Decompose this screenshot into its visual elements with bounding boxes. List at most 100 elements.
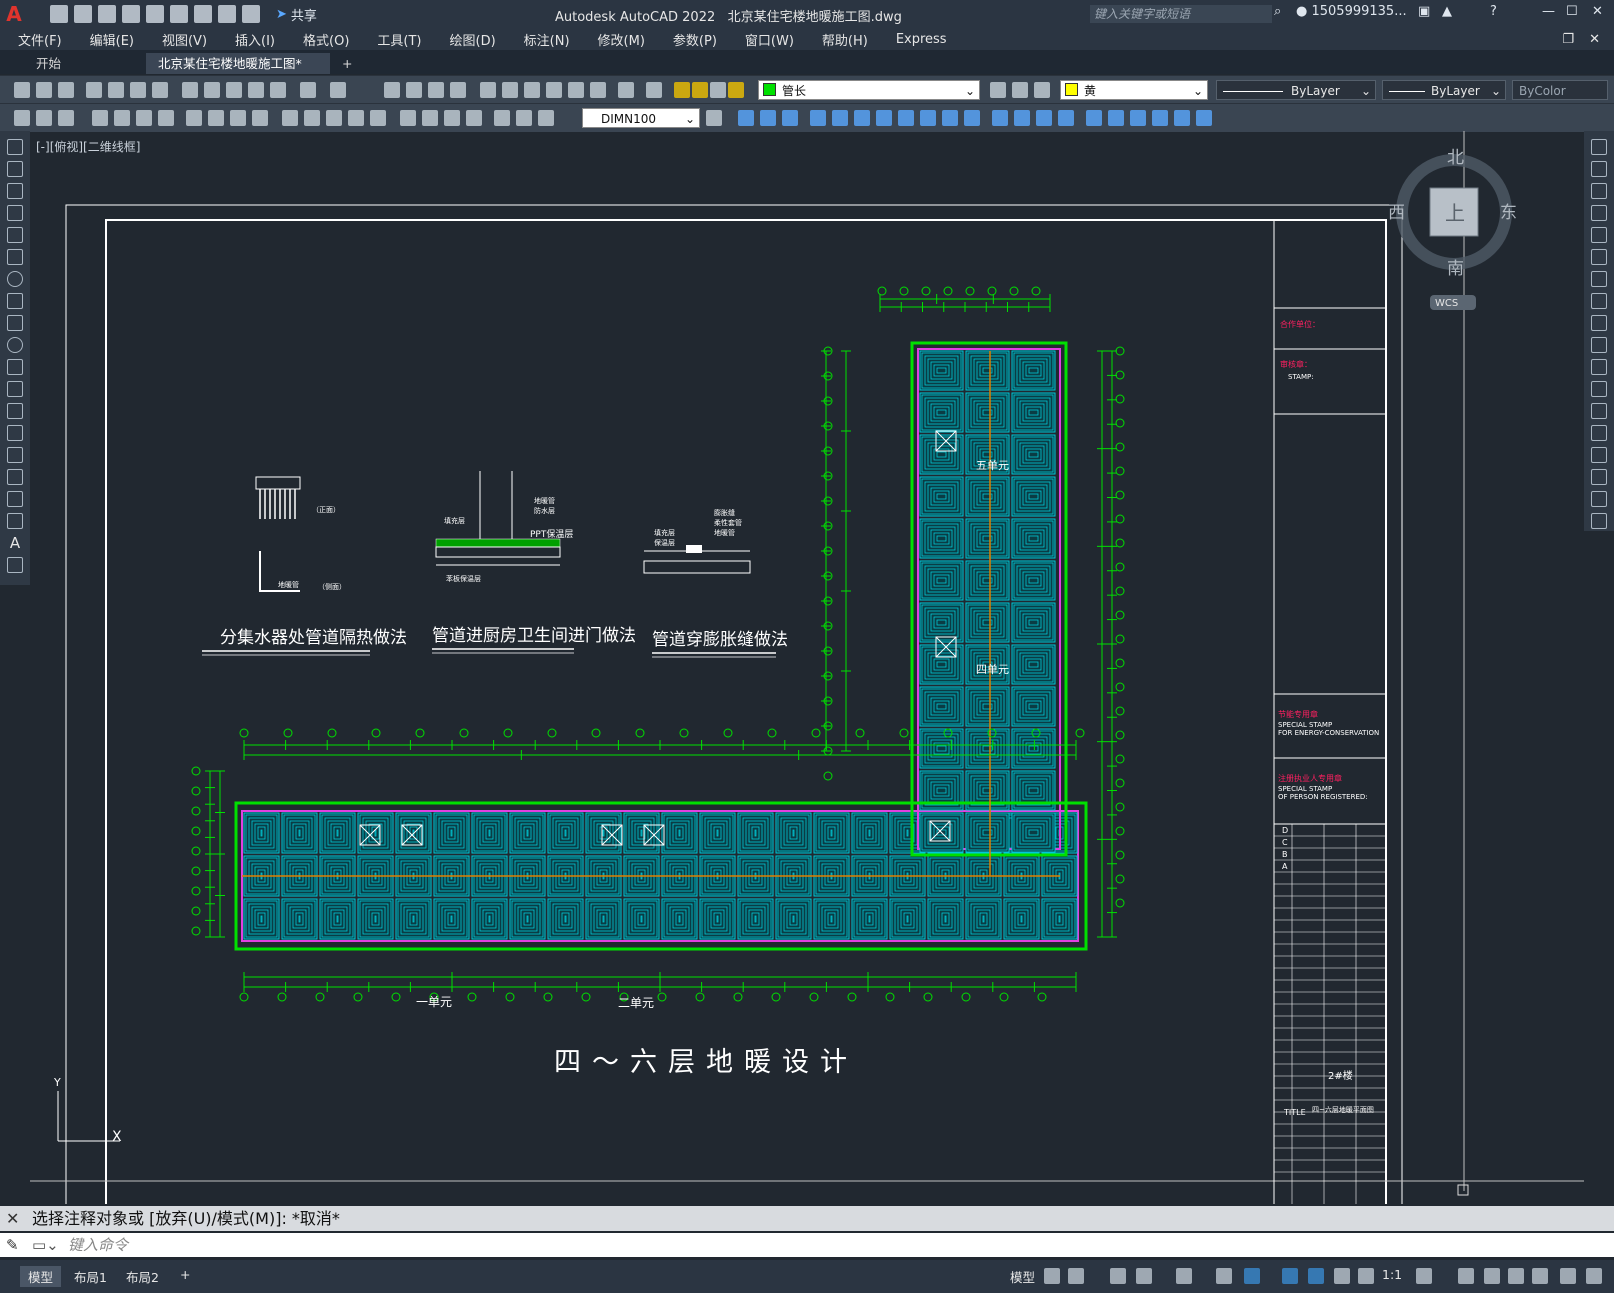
layer-viewport-icon[interactable] (710, 82, 726, 98)
copy-icon[interactable] (1591, 161, 1607, 177)
scale-icon[interactable] (898, 110, 914, 126)
plot-icon[interactable] (194, 5, 212, 23)
dim-continue-icon[interactable] (326, 110, 342, 126)
dim-space-icon[interactable] (348, 110, 364, 126)
edit-spline-icon[interactable] (1152, 110, 1168, 126)
save-icon[interactable] (98, 5, 116, 23)
offset-icon[interactable] (810, 110, 826, 126)
scale-dropdown[interactable]: 1:1 (1374, 1266, 1410, 1283)
gradient-icon[interactable] (7, 469, 23, 485)
blend-curves-icon[interactable] (1591, 491, 1607, 507)
line-icon[interactable] (7, 139, 23, 155)
save-icon[interactable] (58, 82, 74, 98)
redo-icon[interactable] (330, 82, 346, 98)
fillet-icon[interactable] (1591, 469, 1607, 485)
edit-polyline-icon[interactable] (1130, 110, 1146, 126)
chamfer-icon[interactable] (1036, 110, 1052, 126)
quick-properties-icon[interactable] (1508, 1268, 1524, 1284)
edit-hatch-icon[interactable] (1174, 110, 1190, 126)
edit-array-icon[interactable] (1196, 110, 1212, 126)
arc-icon[interactable] (7, 249, 23, 265)
ortho-icon[interactable] (1110, 1268, 1126, 1284)
add-layout-button[interactable]: + (172, 1266, 198, 1283)
doc-close-icon[interactable]: ✕ (1589, 32, 1600, 47)
snap-icon[interactable] (1068, 1268, 1084, 1284)
minimize-icon[interactable]: — (1542, 4, 1555, 19)
dim-break-icon[interactable] (370, 110, 386, 126)
stretch-icon[interactable] (1591, 315, 1607, 331)
break-icon[interactable] (992, 110, 1008, 126)
dim-aligned-icon[interactable] (114, 110, 130, 126)
rectangle-icon[interactable] (7, 227, 23, 243)
table-icon[interactable] (7, 513, 23, 529)
tab-layout1[interactable]: 布局1 (66, 1266, 115, 1287)
stretch-icon[interactable] (920, 110, 936, 126)
compass-west[interactable]: 西 (1388, 203, 1405, 223)
ellipse-arc-icon[interactable] (7, 359, 23, 375)
open-file-icon[interactable] (74, 5, 92, 23)
dim-linear-icon[interactable] (92, 110, 108, 126)
3d-dwf-icon[interactable] (152, 82, 168, 98)
compass-east[interactable]: 东 (1500, 203, 1517, 223)
polar-icon[interactable] (1136, 1268, 1152, 1284)
import-icon[interactable] (170, 5, 188, 23)
erase-icon[interactable] (738, 110, 754, 126)
tolerance-icon[interactable] (400, 110, 416, 126)
lineweight-dropdown[interactable]: ByLayer ⌄ (1382, 80, 1506, 100)
blend-icon[interactable] (1108, 110, 1124, 126)
explode-icon[interactable] (1591, 513, 1607, 529)
menu-parametric[interactable]: 参数(P) (673, 30, 717, 49)
zoom-window-icon[interactable] (428, 82, 444, 98)
menu-edit[interactable]: 编辑(E) (90, 30, 134, 49)
menu-express[interactable]: Express (896, 32, 947, 47)
clean-screen-icon[interactable] (1560, 1268, 1576, 1284)
menu-file[interactable]: 文件(F) (18, 30, 62, 49)
linetype-dropdown[interactable]: ByLayer ⌄ (1216, 80, 1376, 100)
trim-icon[interactable] (1591, 337, 1607, 353)
save-as-icon[interactable] (122, 5, 140, 23)
properties-icon[interactable] (480, 82, 496, 98)
lineweight-icon[interactable] (1282, 1268, 1298, 1284)
autodesk-a360-icon[interactable]: ▲ (1442, 4, 1452, 19)
move-icon[interactable] (1591, 249, 1607, 265)
close-command-icon[interactable]: ✕ (6, 1206, 19, 1231)
open-icon[interactable] (36, 82, 52, 98)
point-icon[interactable] (7, 425, 23, 441)
help-icon[interactable] (618, 82, 634, 98)
region-icon[interactable] (7, 491, 23, 507)
tab-start[interactable]: 开始 (24, 53, 73, 74)
dim-angular-icon[interactable] (252, 110, 268, 126)
rotate-icon[interactable] (876, 110, 892, 126)
compass-south[interactable]: 南 (1447, 259, 1464, 279)
dimstyle-dropdown[interactable]: DIMN100 ⌄ (582, 108, 700, 128)
layer-thaw-icon[interactable] (692, 82, 708, 98)
preview-icon[interactable] (108, 82, 124, 98)
menu-help[interactable]: 帮助(H) (822, 30, 868, 49)
quick-dim-icon[interactable] (282, 110, 298, 126)
extend-icon[interactable] (964, 110, 980, 126)
compass-north[interactable]: 北 (1447, 148, 1464, 168)
dim-baseline-icon[interactable] (304, 110, 320, 126)
rotate-icon[interactable] (1591, 271, 1607, 287)
menu-window[interactable]: 窗口(W) (745, 30, 794, 49)
table-icon[interactable] (14, 110, 30, 126)
fillet-icon[interactable] (1058, 110, 1074, 126)
copy-object-icon[interactable] (760, 110, 776, 126)
array-icon[interactable] (832, 110, 848, 126)
design-center-icon[interactable] (502, 82, 518, 98)
command-input[interactable]: ✎ ▭⌄ 键入命令 (0, 1233, 1614, 1257)
dim-radius-icon[interactable] (186, 110, 202, 126)
model-space-toggle[interactable]: 模型 (1002, 1266, 1043, 1287)
hatch-icon[interactable] (7, 447, 23, 463)
join-icon[interactable] (1014, 110, 1030, 126)
customize-wrench-icon[interactable]: ✎ (6, 1233, 19, 1257)
add-selected-icon[interactable] (7, 557, 23, 573)
jogged-linear-icon[interactable] (466, 110, 482, 126)
cart-icon[interactable]: ▣ (1418, 4, 1430, 19)
search-input[interactable]: 键入关键字或短语 (1090, 5, 1272, 23)
annotation-visibility-icon[interactable] (1308, 1268, 1324, 1284)
circle-icon[interactable] (7, 271, 23, 287)
center-mark-icon[interactable] (422, 110, 438, 126)
revision-cloud-icon[interactable] (7, 293, 23, 309)
layer-states-icon[interactable] (1034, 82, 1050, 98)
